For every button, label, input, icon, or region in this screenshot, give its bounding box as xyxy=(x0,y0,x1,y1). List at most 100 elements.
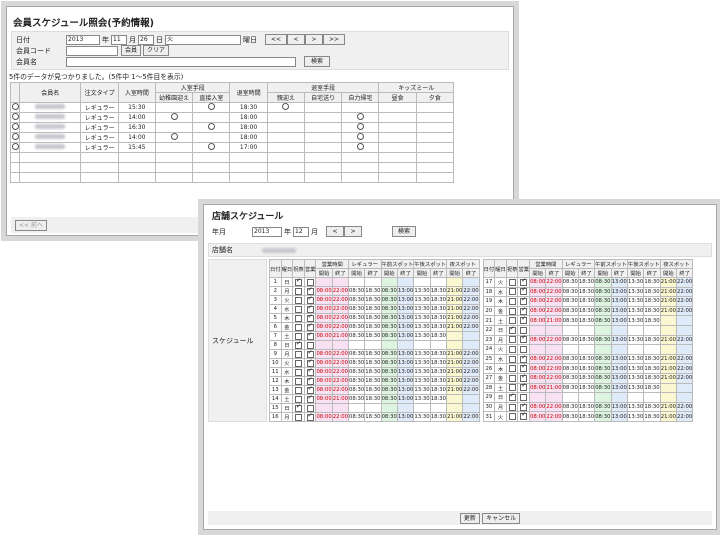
time-cell[interactable]: 13:30 xyxy=(413,394,431,404)
time-cell[interactable]: 22:00 xyxy=(462,349,480,359)
time-cell[interactable]: 18:30 xyxy=(577,401,596,413)
member-button[interactable]: 会員 xyxy=(121,45,142,56)
time-cell[interactable]: 18:30 xyxy=(364,367,382,377)
time-cell[interactable]: 08:00 xyxy=(529,305,547,317)
business-checkbox[interactable] xyxy=(520,315,528,325)
business-checkbox[interactable] xyxy=(520,306,528,315)
time-cell[interactable] xyxy=(577,392,596,403)
time-cell[interactable]: 21:00 xyxy=(446,358,464,368)
time-cell[interactable]: 08:00 xyxy=(315,322,333,332)
time-cell[interactable]: 08:00 xyxy=(529,411,547,422)
time-cell[interactable]: 22:00 xyxy=(675,372,694,384)
update-button[interactable]: 更新 xyxy=(459,513,480,524)
time-cell[interactable]: 08:30 xyxy=(347,385,366,395)
business-checkbox[interactable] xyxy=(520,354,528,363)
time-cell[interactable]: 18:30 xyxy=(577,305,596,317)
time-cell[interactable]: 21:00 xyxy=(446,304,464,314)
business-checkbox[interactable] xyxy=(520,373,528,382)
time-cell[interactable]: 08:00 xyxy=(529,382,547,394)
holiday-checkbox[interactable] xyxy=(508,297,516,305)
time-cell[interactable]: 08:30 xyxy=(594,363,612,374)
time-cell[interactable]: 22:00 xyxy=(675,296,694,307)
time-cell[interactable]: 18:30 xyxy=(643,353,661,365)
time-cell[interactable]: 08:30 xyxy=(380,394,398,404)
time-cell[interactable] xyxy=(347,403,366,413)
time-cell[interactable]: 22:00 xyxy=(462,304,480,314)
holiday-checkbox[interactable] xyxy=(295,296,303,304)
prev-month-button[interactable]: < xyxy=(326,226,344,237)
holiday-checkbox[interactable] xyxy=(508,307,516,315)
business-checkbox[interactable] xyxy=(306,322,314,331)
holiday-checkbox-cell[interactable] xyxy=(505,344,519,355)
time-cell[interactable]: 08:00 xyxy=(529,353,547,365)
search-button[interactable]: 検索 xyxy=(304,56,330,67)
time-cell[interactable]: 13:30 xyxy=(413,304,431,314)
time-cell[interactable]: 08:30 xyxy=(594,411,612,422)
time-cell[interactable]: 13:30 xyxy=(626,334,645,346)
time-cell[interactable]: 18:30 xyxy=(643,277,661,288)
time-cell[interactable] xyxy=(446,340,464,350)
time-cell[interactable] xyxy=(364,340,382,350)
time-cell[interactable]: 18:30 xyxy=(577,372,596,384)
time-cell[interactable]: 08:30 xyxy=(561,286,579,298)
member-code-input[interactable] xyxy=(66,45,118,56)
holiday-checkbox[interactable] xyxy=(508,336,516,344)
time-cell[interactable]: 22:00 xyxy=(462,313,480,323)
time-cell[interactable]: 18:30 xyxy=(643,296,661,307)
prev-page-button[interactable]: << 前へ xyxy=(15,220,47,231)
time-cell[interactable]: 18:30 xyxy=(429,376,448,386)
business-checkbox[interactable] xyxy=(306,331,314,340)
time-cell[interactable]: 21:00 xyxy=(446,385,464,395)
time-cell[interactable] xyxy=(529,324,547,336)
time-cell[interactable]: 08:30 xyxy=(347,376,366,386)
time-cell[interactable]: 18:30 xyxy=(643,305,661,317)
holiday-checkbox-cell[interactable] xyxy=(292,277,305,287)
time-cell[interactable] xyxy=(659,382,677,394)
time-cell[interactable] xyxy=(315,403,333,413)
business-checkbox[interactable] xyxy=(306,295,314,304)
time-cell[interactable]: 21:00 xyxy=(659,411,677,422)
business-checkbox[interactable] xyxy=(520,296,528,305)
time-cell[interactable]: 13:30 xyxy=(413,385,431,395)
holiday-checkbox-cell[interactable] xyxy=(505,411,519,422)
holiday-checkbox[interactable] xyxy=(295,323,303,331)
time-cell[interactable]: 18:30 xyxy=(364,322,382,332)
time-cell[interactable]: 21:00 xyxy=(331,394,349,404)
time-cell[interactable] xyxy=(659,392,677,403)
business-checkbox[interactable] xyxy=(306,404,314,412)
time-cell[interactable]: 13:00 xyxy=(396,313,415,323)
time-cell[interactable]: 08:30 xyxy=(561,277,579,288)
time-cell[interactable]: 21:00 xyxy=(659,286,677,298)
day-input[interactable]: 26 xyxy=(138,34,154,45)
time-cell[interactable]: 08:00 xyxy=(529,315,547,326)
time-cell[interactable]: 22:00 xyxy=(675,277,694,288)
time-cell[interactable]: 13:00 xyxy=(610,382,628,394)
radio-icon[interactable] xyxy=(11,113,19,120)
time-cell[interactable]: 22:00 xyxy=(462,367,480,377)
time-cell[interactable]: 18:30 xyxy=(577,286,596,298)
time-cell[interactable]: 21:00 xyxy=(446,313,464,323)
time-cell[interactable] xyxy=(594,392,612,403)
time-cell[interactable]: 13:00 xyxy=(396,358,415,368)
time-cell[interactable] xyxy=(413,277,431,287)
time-cell[interactable]: 18:30 xyxy=(429,394,448,404)
business-checkbox[interactable] xyxy=(306,367,314,376)
time-cell[interactable] xyxy=(529,344,547,355)
holiday-checkbox[interactable] xyxy=(295,314,303,322)
time-cell[interactable]: 13:00 xyxy=(396,349,415,359)
time-cell[interactable]: 08:30 xyxy=(347,304,366,314)
holiday-checkbox-cell[interactable] xyxy=(505,277,519,288)
holiday-checkbox[interactable] xyxy=(295,377,303,385)
time-cell[interactable]: 22:00 xyxy=(462,385,480,395)
time-cell[interactable]: 21:00 xyxy=(446,412,464,422)
time-cell[interactable]: 18:30 xyxy=(577,411,596,422)
time-cell[interactable]: 08:00 xyxy=(315,367,333,377)
time-cell[interactable]: 08:30 xyxy=(561,363,579,374)
year-input[interactable]: 2013 xyxy=(66,34,100,45)
business-checkbox[interactable] xyxy=(520,326,528,334)
time-cell[interactable]: 13:00 xyxy=(396,304,415,314)
business-checkbox-cell[interactable] xyxy=(517,411,531,422)
time-cell[interactable]: 08:30 xyxy=(561,401,579,413)
time-cell[interactable] xyxy=(561,344,579,355)
business-checkbox[interactable] xyxy=(520,393,528,401)
